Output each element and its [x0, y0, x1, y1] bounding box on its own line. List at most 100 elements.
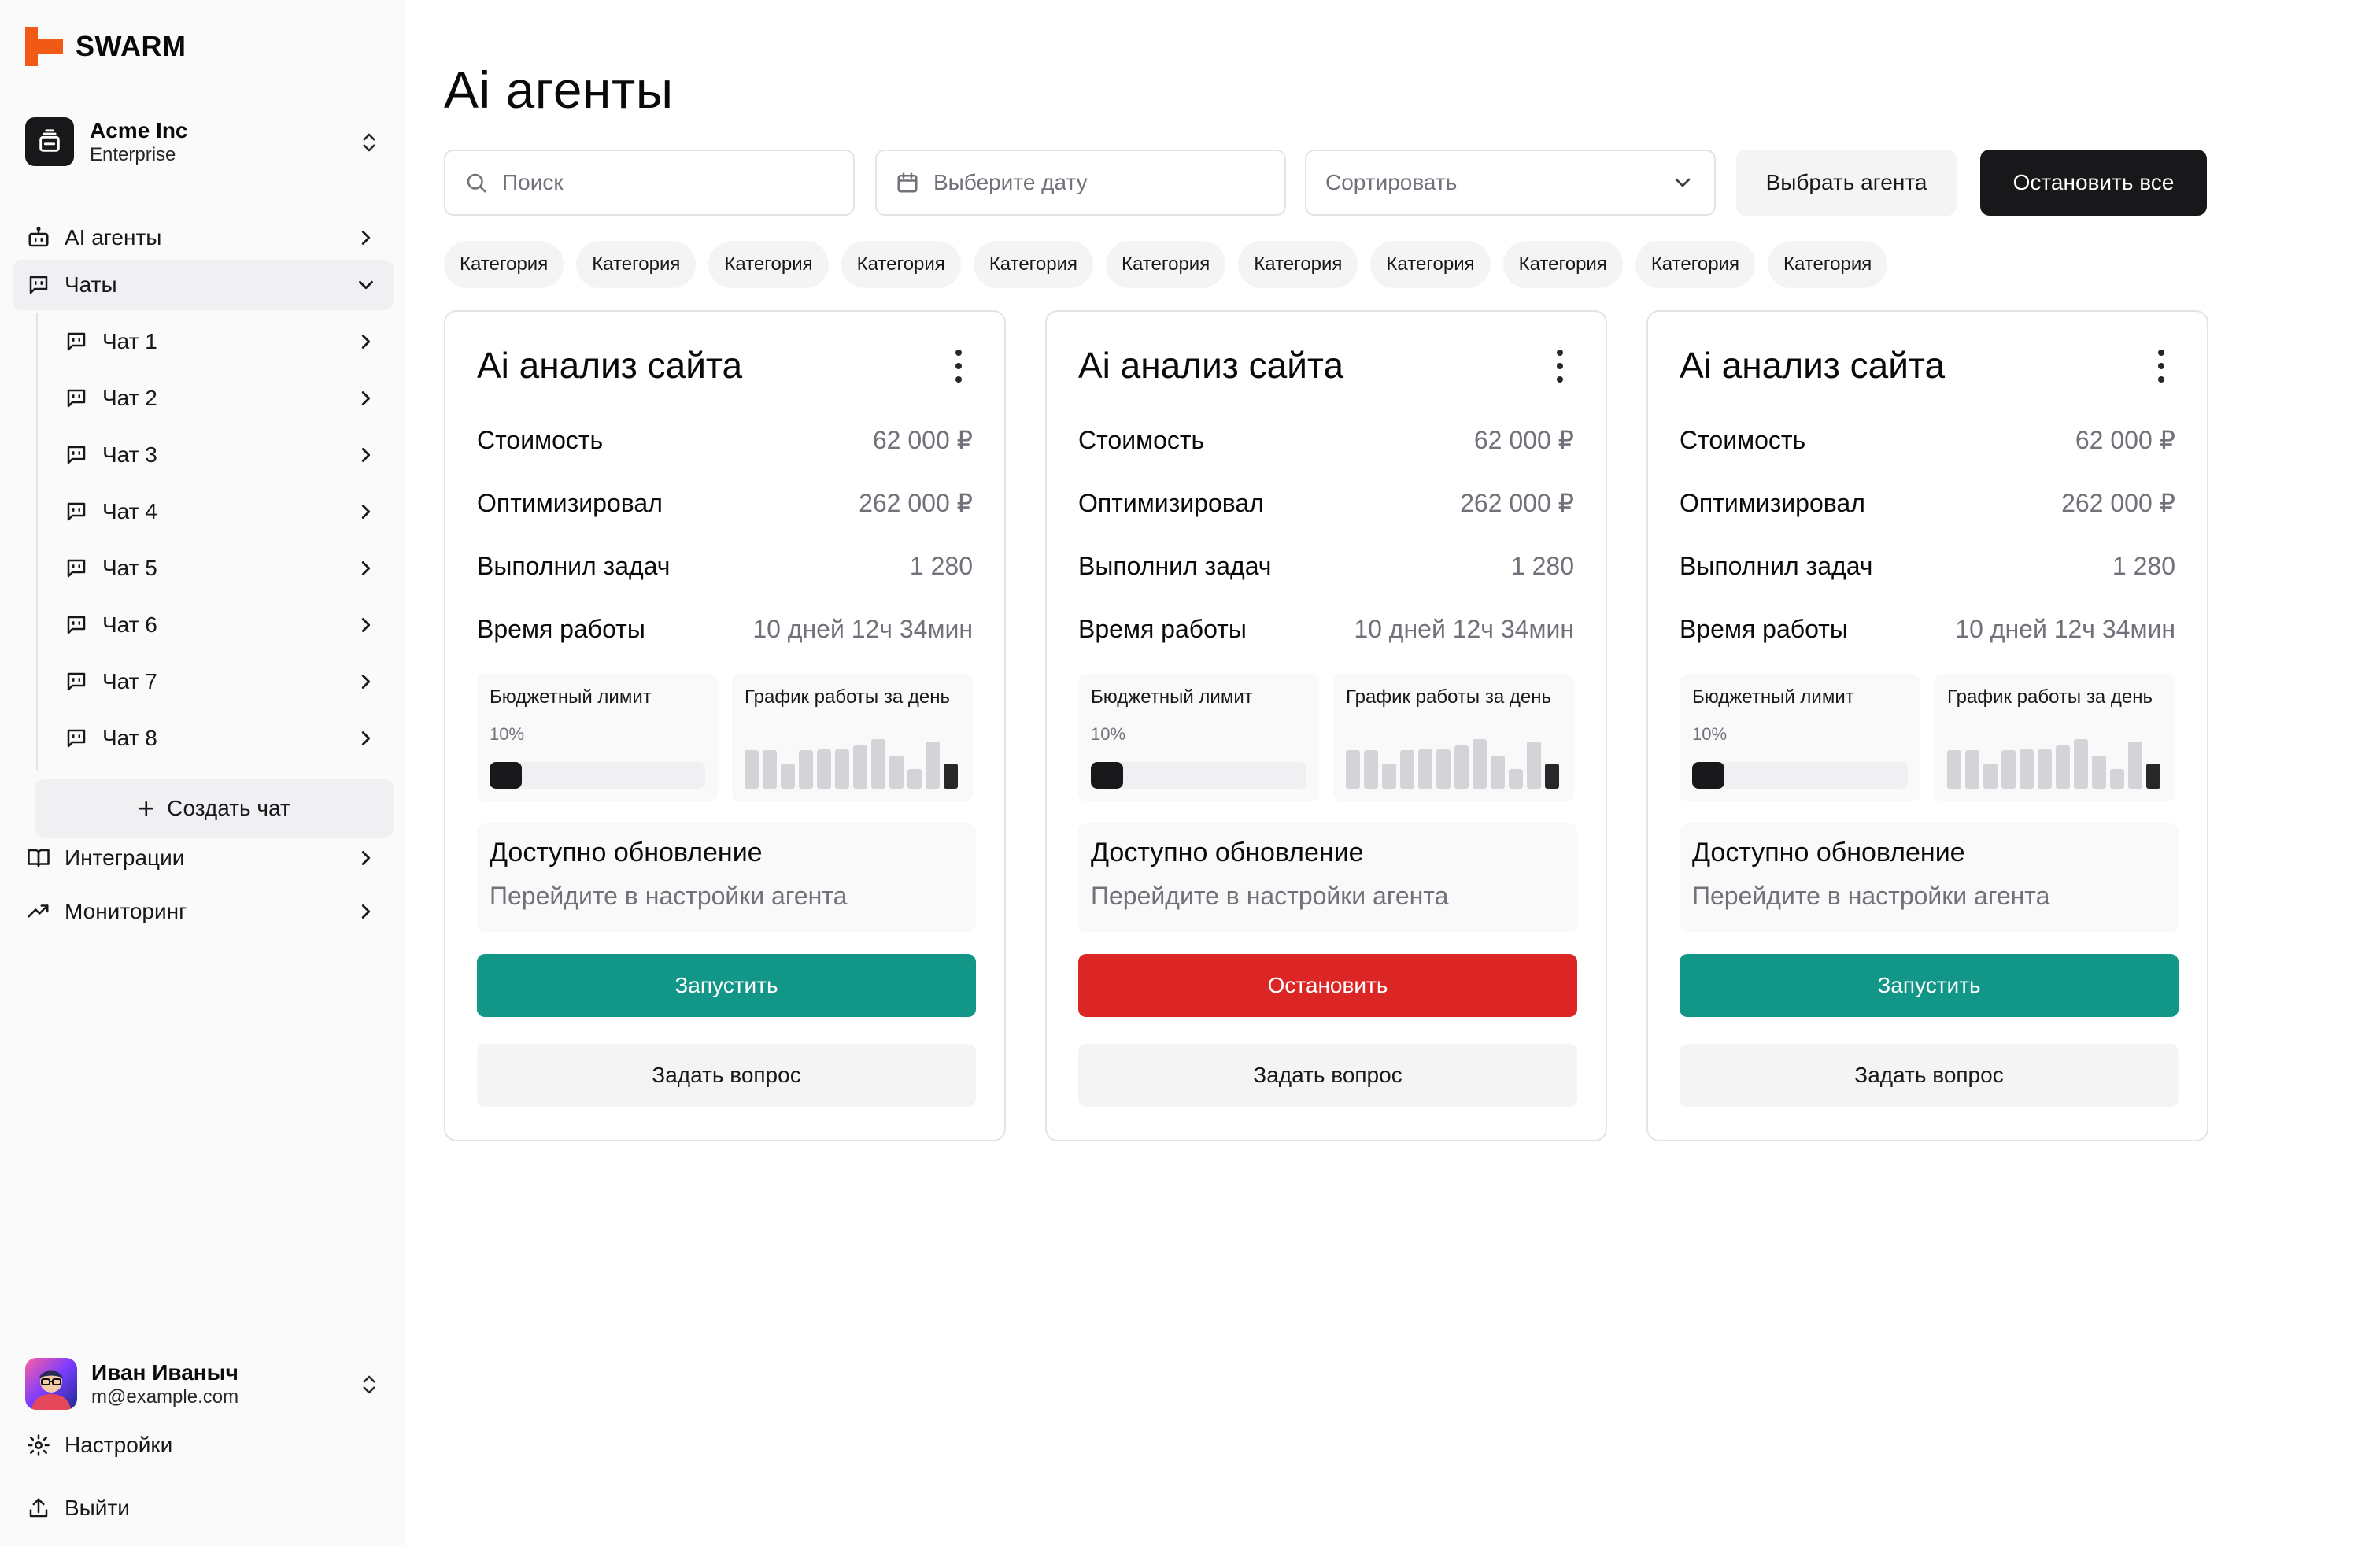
category-chip[interactable]: Категория	[973, 241, 1094, 288]
budget-progress-fill	[1692, 762, 1725, 789]
sidebar-item-chat-8[interactable]: Чат 8	[52, 715, 394, 762]
agent-action-button[interactable]: Остановить	[1078, 954, 1577, 1017]
day-chart-bar	[2074, 739, 2088, 789]
org-plan: Enterprise	[90, 144, 176, 165]
budget-progress-fill	[490, 762, 523, 789]
day-chart-bar	[2110, 769, 2124, 789]
stat-label: Оптимизировал	[477, 488, 663, 517]
update-banner[interactable]: Доступно обновление Перейдите в настройк…	[1078, 823, 1577, 932]
trending-up-icon	[25, 898, 52, 925]
day-chart-bar	[2001, 750, 2016, 789]
category-filters: Категория Категория Категория Категория …	[444, 241, 1900, 288]
more-vertical-icon[interactable]	[1555, 350, 1565, 384]
sort-select[interactable]: Сортировать	[1305, 150, 1716, 216]
stat-label: Стоимость	[1078, 425, 1205, 454]
day-chart-bar	[1400, 750, 1414, 789]
stat-value: 10 дней 12ч 34мин	[1354, 614, 1574, 643]
stat-value: 1 280	[1510, 551, 1574, 580]
stat-label: Время работы	[1680, 614, 1848, 643]
more-vertical-icon[interactable]	[2156, 350, 2166, 384]
category-chip[interactable]: Категория	[1106, 241, 1226, 288]
category-chip[interactable]: Категория	[1238, 241, 1358, 288]
day-chart-bar	[2128, 742, 2142, 789]
sidebar-item-chat-4[interactable]: Чат 4	[52, 488, 394, 535]
agent-action-button[interactable]: Запустить	[477, 954, 976, 1017]
stop-all-button[interactable]: Остановить все	[1980, 150, 2207, 216]
day-chart-bar	[835, 749, 849, 789]
chevron-right-icon	[361, 505, 371, 519]
sidebar-item-label: Чат 7	[102, 669, 157, 693]
category-chip[interactable]: Категория	[841, 241, 961, 288]
sidebar-item-logout[interactable]: Выйти	[13, 1483, 394, 1533]
date-picker[interactable]: Выберите дату	[875, 150, 1286, 216]
stat-row: Выполнил задач 1 280	[1680, 546, 2175, 586]
budget-limit-title: Бюджетный лимит	[1692, 686, 1854, 708]
stat-row: Выполнил задач 1 280	[1078, 546, 1574, 586]
sidebar-item-label: Чаты	[65, 272, 117, 297]
category-chip[interactable]: Категория	[444, 241, 564, 288]
create-chat-button[interactable]: + Создать чат	[35, 779, 394, 838]
sidebar-item-chat-2[interactable]: Чат 2	[52, 375, 394, 422]
sidebar-item-label: Настройки	[65, 1433, 173, 1457]
sidebar-item-integrations[interactable]: Интеграции	[13, 833, 394, 883]
update-subtitle: Перейдите в настройки агента	[1692, 882, 2050, 910]
category-chip[interactable]: Категория	[1502, 241, 1623, 288]
chevrons-up-down-icon	[363, 133, 375, 152]
brand-name: SWARM	[76, 30, 187, 62]
agent-action-label: Запустить	[1877, 973, 1981, 997]
more-vertical-icon[interactable]	[954, 350, 963, 384]
sidebar-item-chat-7[interactable]: Чат 7	[52, 658, 394, 705]
day-chart-bar	[1473, 739, 1487, 789]
org-switcher[interactable]: Acme Inc Enterprise	[25, 117, 381, 167]
category-chip[interactable]: Категория	[576, 241, 697, 288]
stat-label: Стоимость	[1680, 425, 1806, 454]
agent-action-button[interactable]: Запустить	[1680, 954, 2179, 1017]
ask-question-button[interactable]: Задать вопрос	[1078, 1044, 1577, 1107]
sidebar-item-ai-agents[interactable]: AI агенты	[13, 213, 394, 263]
category-chip[interactable]: Категория	[708, 241, 829, 288]
chevron-right-icon	[361, 904, 371, 919]
day-chart-bar	[817, 749, 831, 789]
chevron-right-icon	[361, 335, 371, 349]
chevron-right-icon	[361, 851, 371, 865]
stat-label: Выполнил задач	[477, 551, 671, 580]
chat-icon	[63, 612, 90, 638]
sidebar-item-label: Чат 8	[102, 726, 157, 750]
day-chart-bar	[1509, 769, 1523, 789]
day-chart-bar	[1364, 750, 1378, 789]
day-chart-bar	[907, 769, 922, 789]
sidebar-item-chat-6[interactable]: Чат 6	[52, 601, 394, 649]
sidebar-item-chat-3[interactable]: Чат 3	[52, 431, 394, 479]
day-chart-bars	[745, 734, 962, 789]
sidebar-item-chats[interactable]: Чаты	[13, 260, 394, 310]
sidebar: SWARM Acme Inc Enterprise AI агенты Чаты	[0, 0, 405, 1546]
stat-row: Время работы 10 дней 12ч 34мин	[477, 609, 973, 649]
sidebar-item-label: Выйти	[65, 1496, 130, 1520]
budget-progress-bar	[490, 762, 705, 789]
update-banner[interactable]: Доступно обновление Перейдите в настройк…	[477, 823, 976, 932]
search-input[interactable]: Поиск	[444, 150, 855, 216]
budget-progress-bar	[1091, 762, 1306, 789]
agent-card-title: Ai анализ сайта	[1078, 345, 1344, 386]
stat-row: Оптимизировал 262 000 ₽	[1680, 483, 2175, 523]
chat-icon	[63, 328, 90, 355]
stat-row: Выполнил задач 1 280	[477, 546, 973, 586]
day-chart-bar	[853, 745, 867, 789]
category-chip[interactable]: Категория	[1370, 241, 1491, 288]
day-chart-title: График работы за день	[1346, 686, 1551, 708]
update-banner[interactable]: Доступно обновление Перейдите в настройк…	[1680, 823, 2179, 932]
user-switcher[interactable]: Иван Иваныч m@example.com	[25, 1356, 381, 1412]
sidebar-item-chat-5[interactable]: Чат 5	[52, 545, 394, 592]
ask-question-button[interactable]: Задать вопрос	[477, 1044, 976, 1107]
choose-agent-button[interactable]: Выбрать агента	[1736, 150, 1957, 216]
sidebar-item-settings[interactable]: Настройки	[13, 1420, 394, 1470]
category-chip[interactable]: Категория	[1768, 241, 1888, 288]
day-chart-bar	[1454, 745, 1469, 789]
sidebar-item-chat-1[interactable]: Чат 1	[52, 318, 394, 365]
sidebar-item-label: Чат 3	[102, 442, 157, 467]
category-chip[interactable]: Категория	[1635, 241, 1756, 288]
brand[interactable]: SWARM	[25, 27, 187, 66]
sidebar-item-monitoring[interactable]: Мониторинг	[13, 886, 394, 937]
ask-question-button[interactable]: Задать вопрос	[1680, 1044, 2179, 1107]
sidebar-item-label: Чат 6	[102, 612, 157, 637]
